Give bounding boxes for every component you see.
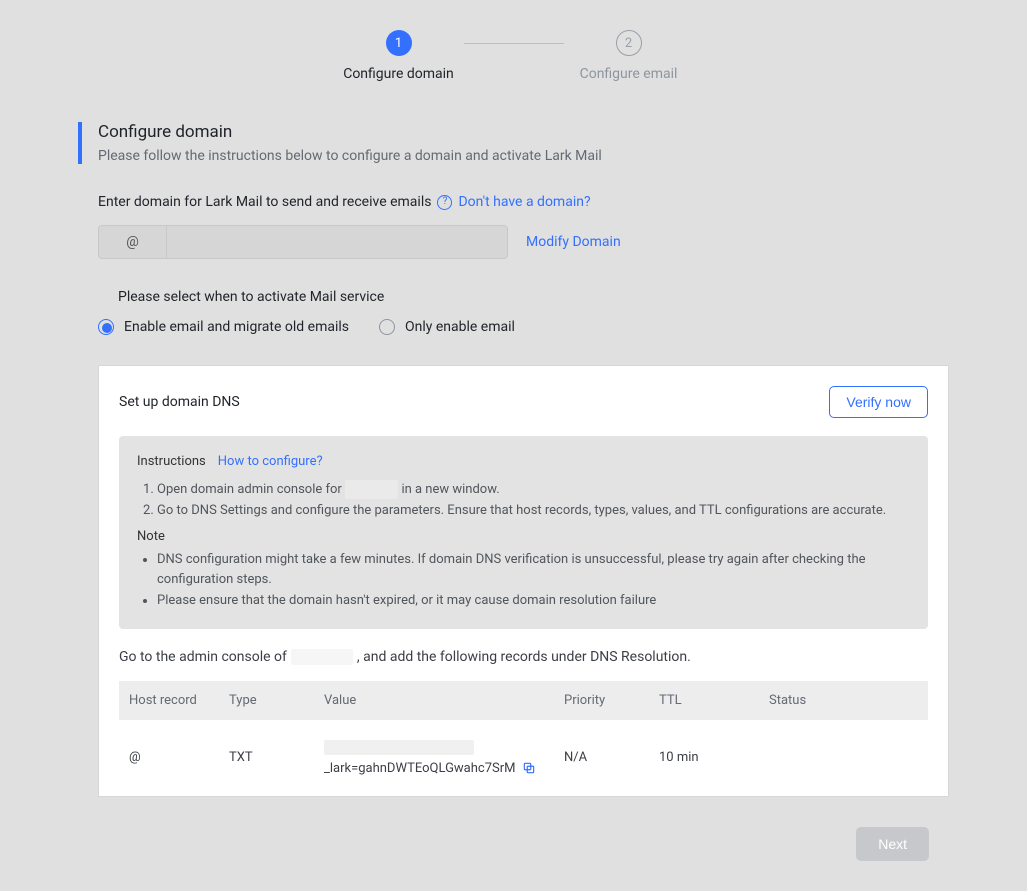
col-type: Type bbox=[219, 681, 314, 720]
col-value: Value bbox=[314, 681, 554, 720]
activation-block: Please select when to activate Mail serv… bbox=[98, 289, 949, 305]
footer: Next bbox=[78, 827, 949, 861]
col-priority: Priority bbox=[554, 681, 649, 720]
copy-icon[interactable] bbox=[522, 761, 536, 775]
next-button[interactable]: Next bbox=[856, 827, 929, 861]
domain-field-label: Enter domain for Lark Mail to send and r… bbox=[98, 194, 949, 210]
radio-only-enable[interactable]: Only enable email bbox=[379, 319, 515, 335]
radio-enable-migrate[interactable]: Enable email and migrate old emails bbox=[98, 319, 349, 335]
table-header-row: Host record Type Value Priority TTL Stat… bbox=[119, 681, 928, 720]
col-status: Status bbox=[759, 681, 928, 720]
no-domain-link[interactable]: Don't have a domain? bbox=[458, 194, 590, 210]
instructions-label: Instructions bbox=[137, 452, 206, 472]
value-suffix: _lark=gahnDWTEoQLGwahc7SrM bbox=[324, 761, 516, 776]
help-icon[interactable]: ? bbox=[437, 195, 452, 210]
cell-type: TXT bbox=[219, 720, 314, 796]
radio-only-enable-label: Only enable email bbox=[405, 319, 515, 335]
dns-title: Set up domain DNS bbox=[119, 394, 240, 410]
page-subtitle: Please follow the instructions below to … bbox=[98, 148, 949, 164]
domain-input[interactable] bbox=[167, 226, 507, 258]
domain-prefix: @ bbox=[99, 226, 167, 258]
step-2-label: Configure email bbox=[580, 66, 678, 82]
section-header: Configure domain Please follow the instr… bbox=[78, 122, 949, 164]
note-2: Please ensure that the domain hasn't exp… bbox=[157, 591, 910, 611]
instruction-step-2: Go to DNS Settings and configure the par… bbox=[157, 501, 910, 521]
modify-domain-link[interactable]: Modify Domain bbox=[526, 234, 621, 250]
domain-field-block: Enter domain for Lark Mail to send and r… bbox=[98, 194, 949, 259]
cell-ttl: 10 min bbox=[649, 720, 759, 796]
verify-now-button[interactable]: Verify now bbox=[829, 386, 928, 418]
instructions-box: Instructions How to configure? Open doma… bbox=[119, 436, 928, 629]
note-label: Note bbox=[137, 527, 910, 547]
note-list: DNS configuration might take a few minut… bbox=[137, 550, 910, 611]
col-ttl: TTL bbox=[649, 681, 759, 720]
radio-enable-migrate-label: Enable email and migrate old emails bbox=[124, 319, 349, 335]
domain-label-text: Enter domain for Lark Mail to send and r… bbox=[98, 194, 431, 210]
page-title: Configure domain bbox=[98, 122, 949, 142]
col-host: Host record bbox=[119, 681, 219, 720]
activation-options: Enable email and migrate old emails Only… bbox=[98, 319, 949, 335]
table-row: @ TXT _lark=gahnDWTEoQLGwahc7SrM bbox=[119, 720, 928, 796]
instruction-step-1b: in a new window. bbox=[398, 482, 499, 497]
redacted-value-prefix bbox=[324, 740, 474, 755]
cell-status bbox=[759, 720, 928, 796]
step-1-circle: 1 bbox=[386, 30, 412, 56]
redacted-domain-2 bbox=[291, 649, 353, 665]
activation-label: Please select when to activate Mail serv… bbox=[118, 289, 949, 305]
instruction-step-1a: Open domain admin console for bbox=[157, 482, 345, 497]
dns-table: Host record Type Value Priority TTL Stat… bbox=[119, 681, 928, 796]
step-1-label: Configure domain bbox=[343, 66, 454, 82]
radio-icon-unchecked bbox=[379, 319, 395, 335]
records-caption-a: Go to the admin console of bbox=[119, 649, 287, 665]
radio-icon-checked bbox=[98, 319, 114, 335]
instruction-steps: Open domain admin console for xxxxxxx in… bbox=[137, 480, 910, 521]
records-caption-b: , and add the following records under DN… bbox=[357, 649, 691, 665]
domain-input-wrap: @ bbox=[98, 225, 508, 259]
step-2-circle: 2 bbox=[616, 30, 642, 56]
dns-panel: Set up domain DNS Verify now Instruction… bbox=[98, 365, 949, 797]
note-1: DNS configuration might take a few minut… bbox=[157, 550, 910, 589]
how-to-configure-link[interactable]: How to configure? bbox=[218, 452, 323, 472]
records-caption: Go to the admin console of , and add the… bbox=[119, 649, 928, 665]
cell-host: @ bbox=[119, 720, 219, 796]
instruction-step-1: Open domain admin console for xxxxxxx in… bbox=[157, 480, 910, 500]
step-2: 2 Configure email bbox=[564, 30, 694, 82]
step-line bbox=[464, 43, 564, 44]
cell-priority: N/A bbox=[554, 720, 649, 796]
step-1: 1 Configure domain bbox=[334, 30, 464, 82]
stepper: 1 Configure domain 2 Configure email bbox=[78, 30, 949, 82]
cell-value: _lark=gahnDWTEoQLGwahc7SrM bbox=[314, 720, 554, 796]
redacted-domain-1: xxxxxxx bbox=[345, 480, 398, 500]
